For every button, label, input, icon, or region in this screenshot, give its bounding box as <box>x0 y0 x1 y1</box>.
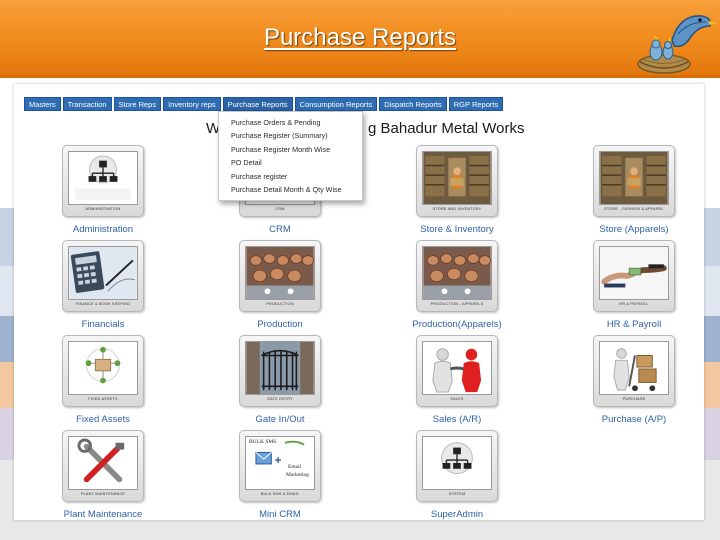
module-tile[interactable]: FINANCE & BOOK KEEPING <box>62 240 144 312</box>
dropdown-item-purchase-orders-pending[interactable]: Purchase Orders & Pending <box>219 116 362 129</box>
menu-dispatch-reports[interactable]: Dispatch Reports <box>379 97 447 111</box>
module-label[interactable]: Sales (A/R) <box>387 414 527 425</box>
handshake-icon <box>422 341 492 395</box>
erp-app-window: Masters Transaction Store Reps Inventory… <box>14 84 704 520</box>
module-tile[interactable]: PLANT MAINTENANCE <box>62 430 144 502</box>
module-label[interactable]: Plant Maintenance <box>33 509 173 520</box>
module-tile[interactable]: PRODUCTION - APPARELS <box>416 240 498 312</box>
gate-icon <box>245 341 315 395</box>
module-tile[interactable]: BULK SMS Email Marketing BULK SMS & EMAI… <box>239 430 321 502</box>
module-caption: STORE AND INVENTORY <box>432 207 482 211</box>
module-label[interactable]: Store & Inventory <box>387 224 527 235</box>
warehouse-apparel-icon <box>599 151 669 205</box>
module-caption: CRM <box>275 207 285 211</box>
module-caption: FIXED ASSETS <box>88 397 118 401</box>
module-tile[interactable]: SYSTEM <box>416 430 498 502</box>
warehouse-icon <box>422 151 492 205</box>
module-fixed-assets[interactable]: FIXED ASSETS Fixed Assets <box>33 335 173 425</box>
menu-transaction[interactable]: Transaction <box>62 97 112 111</box>
module-label[interactable]: Purchase (A/P) <box>564 414 704 425</box>
module-tile[interactable]: SALES <box>416 335 498 407</box>
module-hr-payroll[interactable]: HR & PAYROLL HR & Payroll <box>564 240 704 330</box>
module-caption: HR & PAYROLL <box>619 302 649 306</box>
module-label[interactable]: SuperAdmin <box>387 509 527 520</box>
menu-rgp-reports[interactable]: RGP Reports <box>448 97 504 111</box>
module-label[interactable]: Store (Apparels) <box>564 224 704 235</box>
module-store-inventory[interactable]: STORE AND INVENTORY Store & Inventory <box>387 145 527 235</box>
module-caption: STORE - FASHION & APPAREL <box>604 207 664 211</box>
module-tile[interactable]: FIXED ASSETS <box>62 335 144 407</box>
module-tile[interactable]: HR & PAYROLL <box>593 240 675 312</box>
module-label[interactable]: HR & Payroll <box>564 319 704 330</box>
dropdown-item-purchase-detail-month-qty[interactable]: Purchase Detail Month & Qty Wise <box>219 183 362 196</box>
system-icon <box>422 436 492 490</box>
menu-store-reps[interactable]: Store Reps <box>113 97 162 111</box>
module-production[interactable]: PRODUCTION Production <box>210 240 350 330</box>
module-label[interactable]: Financials <box>33 319 173 330</box>
marketing-text: Marketing <box>286 472 309 478</box>
module-mini-crm[interactable]: BULK SMS Email Marketing BULK SMS & EMAI… <box>210 430 350 520</box>
purchase-reports-dropdown: Purchase Orders & Pending Purchase Regis… <box>218 111 363 201</box>
factory-apparel-icon <box>422 246 492 300</box>
module-caption: PURCHASE <box>622 397 646 401</box>
module-store-apparels[interactable]: STORE - FASHION & APPAREL Store (Apparel… <box>564 145 704 235</box>
module-caption: SALES <box>450 397 464 401</box>
module-plant-maintenance[interactable]: PLANT MAINTENANCE Plant Maintenance <box>33 430 173 520</box>
factory-icon <box>245 246 315 300</box>
module-tile[interactable]: ADMINISTRATION <box>62 145 144 217</box>
dropdown-item-po-detail[interactable]: PO Detail <box>219 156 362 169</box>
module-label[interactable]: Production <box>210 319 350 330</box>
module-tile[interactable]: STORE AND INVENTORY <box>416 145 498 217</box>
slide-title: Purchase Reports <box>263 24 457 51</box>
calculator-icon <box>68 246 138 300</box>
bird-nest-logo-icon <box>637 15 717 74</box>
module-label[interactable]: Production(Apparels) <box>387 319 527 330</box>
dropdown-item-purchase-register[interactable]: Purchase register <box>219 170 362 183</box>
tools-icon <box>68 436 138 490</box>
email-marketing-icon: BULK SMS Email Marketing <box>245 436 315 490</box>
module-tile[interactable]: STORE - FASHION & APPAREL <box>593 145 675 217</box>
module-tile[interactable]: PURCHASE <box>593 335 675 407</box>
module-caption: ADMINISTRATION <box>85 207 121 211</box>
module-caption: PRODUCTION <box>266 302 294 306</box>
hand-truck-icon <box>599 341 669 395</box>
module-label[interactable]: Mini CRM <box>210 509 350 520</box>
module-gate-in-out[interactable]: GATE ENTRY Gate In/Out <box>210 335 350 425</box>
dropdown-item-purchase-register-summary[interactable]: Purchase Register (Summary) <box>219 129 362 142</box>
menu-inventory-reps[interactable]: Inventory reps <box>163 97 221 111</box>
module-caption: BULK SMS & EMAIL <box>260 492 300 496</box>
payroll-icon <box>599 246 669 300</box>
slide-header: Purchase Reports <box>0 0 720 78</box>
module-purchase[interactable]: PURCHASE Purchase (A/P) <box>564 335 704 425</box>
module-caption: GATE ENTRY <box>267 397 293 401</box>
module-label[interactable]: Gate In/Out <box>210 414 350 425</box>
module-tile[interactable]: PRODUCTION <box>239 240 321 312</box>
module-label[interactable]: Administration <box>33 224 173 235</box>
module-administration[interactable]: ADMINISTRATION Administration <box>33 145 173 235</box>
module-production-apparels[interactable]: PRODUCTION - APPARELS Production(Apparel… <box>387 240 527 330</box>
module-financials[interactable]: FINANCE & BOOK KEEPING Financials <box>33 240 173 330</box>
menu-purchase-reports[interactable]: Purchase Reports <box>222 97 293 111</box>
org-chart-icon <box>68 151 138 205</box>
module-label[interactable]: CRM <box>210 224 350 235</box>
module-caption: FINANCE & BOOK KEEPING <box>75 302 131 306</box>
module-sales[interactable]: SALES Sales (A/R) <box>387 335 527 425</box>
menu-masters[interactable]: Masters <box>24 97 61 111</box>
main-menubar: Masters Transaction Store Reps Inventory… <box>24 97 504 111</box>
module-caption: PLANT MAINTENANCE <box>80 492 126 496</box>
welcome-suffix: g Bahadur Metal Works <box>368 120 525 137</box>
module-caption: SYSTEM <box>448 492 466 496</box>
dropdown-item-purchase-register-month-wise[interactable]: Purchase Register Month Wise <box>219 143 362 156</box>
assets-icon <box>68 341 138 395</box>
email-text: Email <box>288 464 302 470</box>
module-tile[interactable]: GATE ENTRY <box>239 335 321 407</box>
module-superadmin[interactable]: SYSTEM SuperAdmin <box>387 430 527 520</box>
module-label[interactable]: Fixed Assets <box>33 414 173 425</box>
menu-consumption-reports[interactable]: Consumption Reports <box>294 97 378 111</box>
module-caption: PRODUCTION - APPARELS <box>430 302 484 306</box>
